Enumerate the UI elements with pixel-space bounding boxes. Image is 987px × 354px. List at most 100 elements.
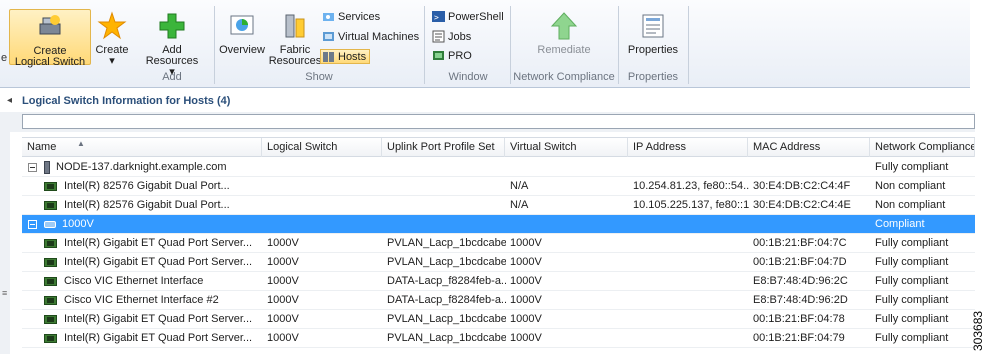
ribbon-edge-label: e xyxy=(1,52,8,64)
collapse-toggle-icon[interactable] xyxy=(28,163,37,172)
row-ip xyxy=(633,215,749,234)
column-header-virtual-switch[interactable]: Virtual Switch xyxy=(505,138,628,157)
table-row[interactable]: Intel(R) Gigabit ET Quad Port Server... 1… xyxy=(22,253,975,272)
table-row[interactable]: Intel(R) Gigabit ET Quad Port Server... 1… xyxy=(22,329,975,348)
row-logical-switch: 1000V xyxy=(267,237,299,249)
row-mac: 00:1B:21:BF:04:7C xyxy=(753,237,847,249)
create-button[interactable]: Create ▾ xyxy=(92,9,132,67)
row-ip xyxy=(633,329,749,348)
collapse-arrow-icon[interactable]: ◂ xyxy=(7,95,12,106)
row-compliance: Fully compliant xyxy=(875,294,949,306)
overview-button[interactable]: Overview xyxy=(219,9,265,65)
powershell-button[interactable]: > PowerShell xyxy=(432,10,504,23)
network-adapter-icon xyxy=(44,277,57,286)
row-name: Intel(R) Gigabit ET Quad Port Server... xyxy=(64,313,253,325)
table-row[interactable]: NODE-137.darknight.example.com Fully comp… xyxy=(22,158,975,177)
create-logical-switch-button[interactable]: Create Logical Switch xyxy=(9,9,91,68)
row-uplink xyxy=(387,158,506,177)
network-adapter-icon xyxy=(44,334,57,343)
group-label-add: Add xyxy=(162,71,182,83)
row-vswitch: 1000V xyxy=(510,294,542,306)
pro-icon xyxy=(432,49,445,62)
table-row[interactable]: Intel(R) Gigabit ET Quad Port Server... 1… xyxy=(22,310,975,329)
column-header-logical-switch[interactable]: Logical Switch xyxy=(262,138,382,157)
row-vswitch: N/A xyxy=(510,180,529,192)
row-ip: 10.254.81.23, fe80::54... xyxy=(633,180,749,192)
row-name: 1000V xyxy=(62,218,94,230)
table-row[interactable]: Intel(R) Gigabit ET Quad Port Server... 1… xyxy=(22,234,975,253)
table-row[interactable]: Cisco VIC Ethernet Interface 1000V DATA-La… xyxy=(22,272,975,291)
row-mac: 00:1B:21:BF:04:7D xyxy=(753,256,847,268)
powershell-label: PowerShell xyxy=(448,10,504,23)
services-icon xyxy=(322,10,335,23)
overview-chart-icon xyxy=(227,11,257,41)
jobs-label: Jobs xyxy=(448,30,472,43)
properties-button[interactable]: Properties xyxy=(624,9,682,65)
svg-text:>: > xyxy=(434,13,439,22)
hosts-icon xyxy=(322,50,335,63)
add-resources-button[interactable]: Add Resources ▾ xyxy=(142,9,202,78)
row-compliance: Fully compliant xyxy=(875,275,949,287)
group-separator xyxy=(688,6,689,84)
network-adapter-icon xyxy=(44,182,57,191)
left-splitter[interactable]: ≡ xyxy=(0,112,10,354)
row-logical-switch: 1000V xyxy=(267,313,299,325)
row-compliance: Fully compliant xyxy=(875,313,949,325)
column-header-name[interactable]: Name ▲ xyxy=(22,138,262,157)
row-uplink xyxy=(387,177,506,196)
table-row[interactable]: Intel(R) 82576 Gigabit Dual Port... N/A 10… xyxy=(22,196,975,215)
row-uplink: DATA-Lacp_f8284feb-a... xyxy=(387,275,506,287)
row-ip xyxy=(633,234,749,253)
filter-input[interactable] xyxy=(22,114,975,129)
fabric-resources-button[interactable]: Fabric Resources xyxy=(269,9,321,67)
column-header-uplink-port-profile-set[interactable]: Uplink Port Profile Set xyxy=(382,138,505,157)
row-logical-switch xyxy=(267,158,383,177)
row-name: Cisco VIC Ethernet Interface xyxy=(64,275,204,287)
remediate-button[interactable]: Remediate xyxy=(528,9,600,65)
group-separator xyxy=(214,6,215,84)
remediate-label: Remediate xyxy=(537,44,591,56)
column-header-ip-address[interactable]: IP Address xyxy=(628,138,748,157)
row-vswitch xyxy=(510,215,629,234)
row-compliance: Fully compliant xyxy=(875,237,949,249)
row-mac: 00:1B:21:BF:04:78 xyxy=(753,313,845,325)
panel-title: Logical Switch Information for Hosts (4) xyxy=(22,95,231,107)
group-label-show: Show xyxy=(305,71,333,83)
row-logical-switch: 1000V xyxy=(267,332,299,344)
table-row[interactable]: Intel(R) 82576 Gigabit Dual Port... N/A 10… xyxy=(22,177,975,196)
table-row[interactable]: Cisco VIC Ethernet Interface #2 1000V DATA… xyxy=(22,291,975,310)
pro-button[interactable]: PRO xyxy=(432,49,472,62)
grid-header: Name ▲ Logical Switch Uplink Port Profil… xyxy=(22,137,975,157)
logical-switch-icon xyxy=(35,12,65,42)
network-adapter-icon xyxy=(44,296,57,305)
column-header-network-compliance[interactable]: Network Compliance xyxy=(870,138,975,157)
column-header-mac-address[interactable]: MAC Address xyxy=(748,138,870,157)
splitter-grip-icon: ≡ xyxy=(2,288,8,298)
row-ip xyxy=(633,253,749,272)
jobs-button[interactable]: Jobs xyxy=(432,30,471,43)
add-plus-icon xyxy=(157,11,187,41)
group-label-window: Window xyxy=(448,71,488,83)
network-adapter-icon xyxy=(44,315,57,324)
remediate-arrow-icon xyxy=(549,11,579,41)
services-button[interactable]: Services xyxy=(322,10,380,23)
jobs-icon xyxy=(432,30,445,43)
collapse-toggle-icon[interactable] xyxy=(28,220,37,229)
panel-header: ◂ Logical Switch Information for Hosts (… xyxy=(0,90,975,112)
row-uplink: DATA-Lacp_f8284feb-a... xyxy=(387,294,506,306)
row-mac xyxy=(753,158,871,177)
row-ip: 10.105.225.137, fe80::1... xyxy=(633,199,749,211)
row-mac: 30:E4:DB:C2:C4:4F xyxy=(753,180,851,192)
row-name: Intel(R) 82576 Gigabit Dual Port... xyxy=(64,199,230,211)
figure-id: 303683 xyxy=(971,310,985,351)
row-ip xyxy=(633,310,749,329)
row-vswitch: 1000V xyxy=(510,332,542,344)
group-label-network-compliance: Network Compliance xyxy=(513,71,615,83)
row-compliance: Fully compliant xyxy=(875,332,949,344)
virtual-machines-button[interactable]: Virtual Machines xyxy=(322,30,419,43)
row-logical-switch xyxy=(267,215,383,234)
hosts-button[interactable]: Hosts xyxy=(320,49,371,64)
virtual-machines-label: Virtual Machines xyxy=(338,30,420,43)
chevron-down-icon: ▾ xyxy=(109,55,115,67)
table-row[interactable]: 1000V Compliant xyxy=(22,215,975,234)
